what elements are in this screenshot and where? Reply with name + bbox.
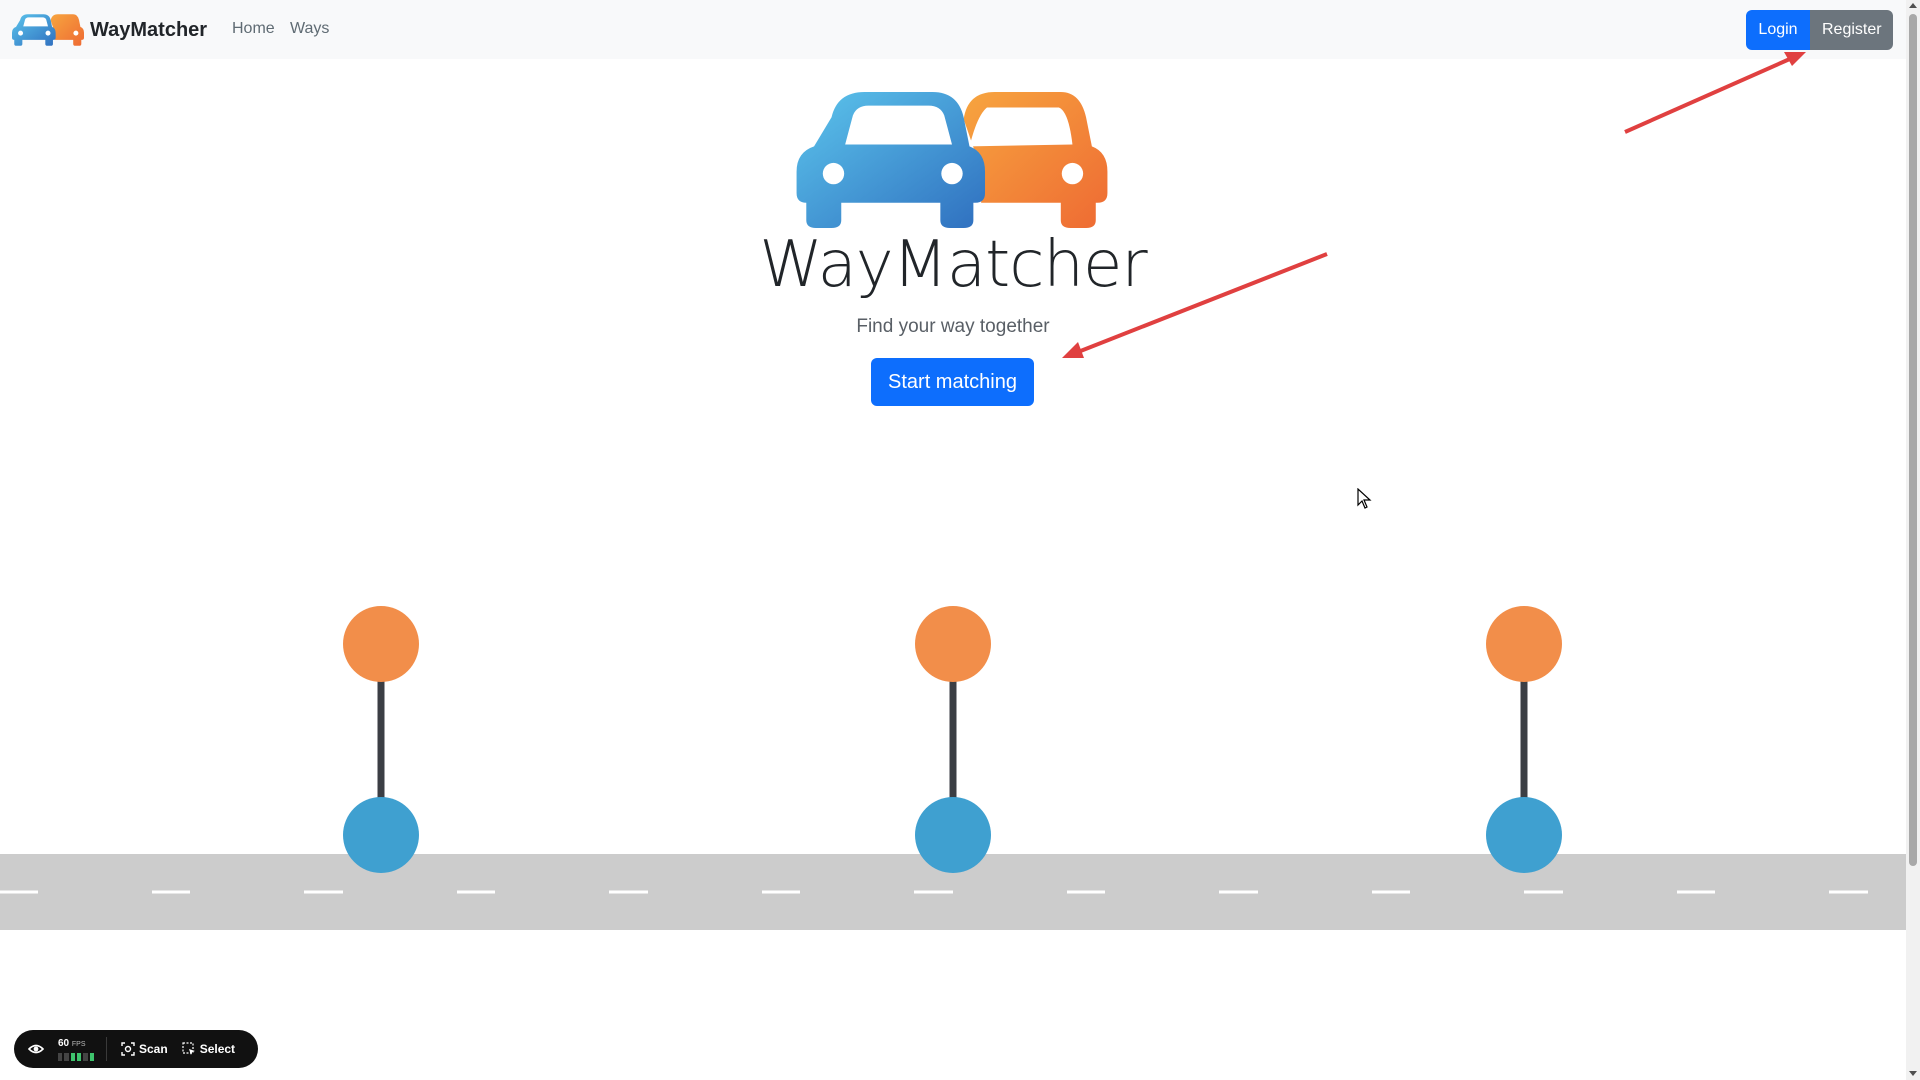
page-scrollbar[interactable]: [1906, 0, 1920, 1080]
scrollbar-thumb[interactable]: [1909, 14, 1917, 866]
scan-icon: [121, 1042, 135, 1056]
road-scene: [0, 606, 1906, 930]
scroll-up-arrow-icon[interactable]: [1909, 3, 1917, 8]
auth-button-group: Login Register: [1746, 10, 1893, 50]
scroll-down-arrow-icon[interactable]: [1909, 1071, 1917, 1076]
eye-icon[interactable]: [28, 1041, 44, 1057]
car-logo-icon: [12, 14, 84, 46]
scan-label: Scan: [139, 1042, 168, 1056]
navbar: WayMatcher Home Ways Login Register: [0, 0, 1906, 59]
arrow-to-register: [1624, 52, 1806, 134]
nav-link-home[interactable]: Home: [232, 20, 275, 38]
connector-pin-3: [1486, 606, 1562, 873]
scan-button[interactable]: Scan: [121, 1042, 168, 1056]
connector-pin-2: [915, 606, 991, 873]
start-matching-button[interactable]: Start matching: [871, 358, 1034, 406]
fps-value: 60: [58, 1037, 70, 1049]
select-icon: [182, 1042, 195, 1055]
fps-unit: FPS: [71, 1040, 86, 1048]
select-label: Select: [199, 1042, 236, 1056]
brand-link[interactable]: WayMatcher: [12, 12, 207, 48]
register-button[interactable]: Register: [1810, 10, 1893, 50]
fps-readout: 60 FPS: [58, 1038, 94, 1050]
hero-title: WayMatcher: [759, 228, 1147, 302]
connector-pin-1: [343, 606, 419, 873]
fps-graph: [58, 1052, 94, 1061]
devtools-toolbar: 60 FPS Scan Select: [14, 1030, 258, 1068]
login-button[interactable]: Login: [1746, 10, 1810, 50]
fps-meter: 60 FPS: [58, 1038, 94, 1061]
brand-name: WayMatcher: [90, 18, 208, 41]
select-button[interactable]: Select: [182, 1042, 235, 1056]
hero-tagline: Find your way together: [856, 316, 1050, 337]
cursor-icon: [1357, 488, 1372, 509]
toolbar-divider: [106, 1037, 107, 1061]
nav-link-ways[interactable]: Ways: [290, 20, 329, 38]
hero-car-logo-icon: [796, 92, 1108, 228]
